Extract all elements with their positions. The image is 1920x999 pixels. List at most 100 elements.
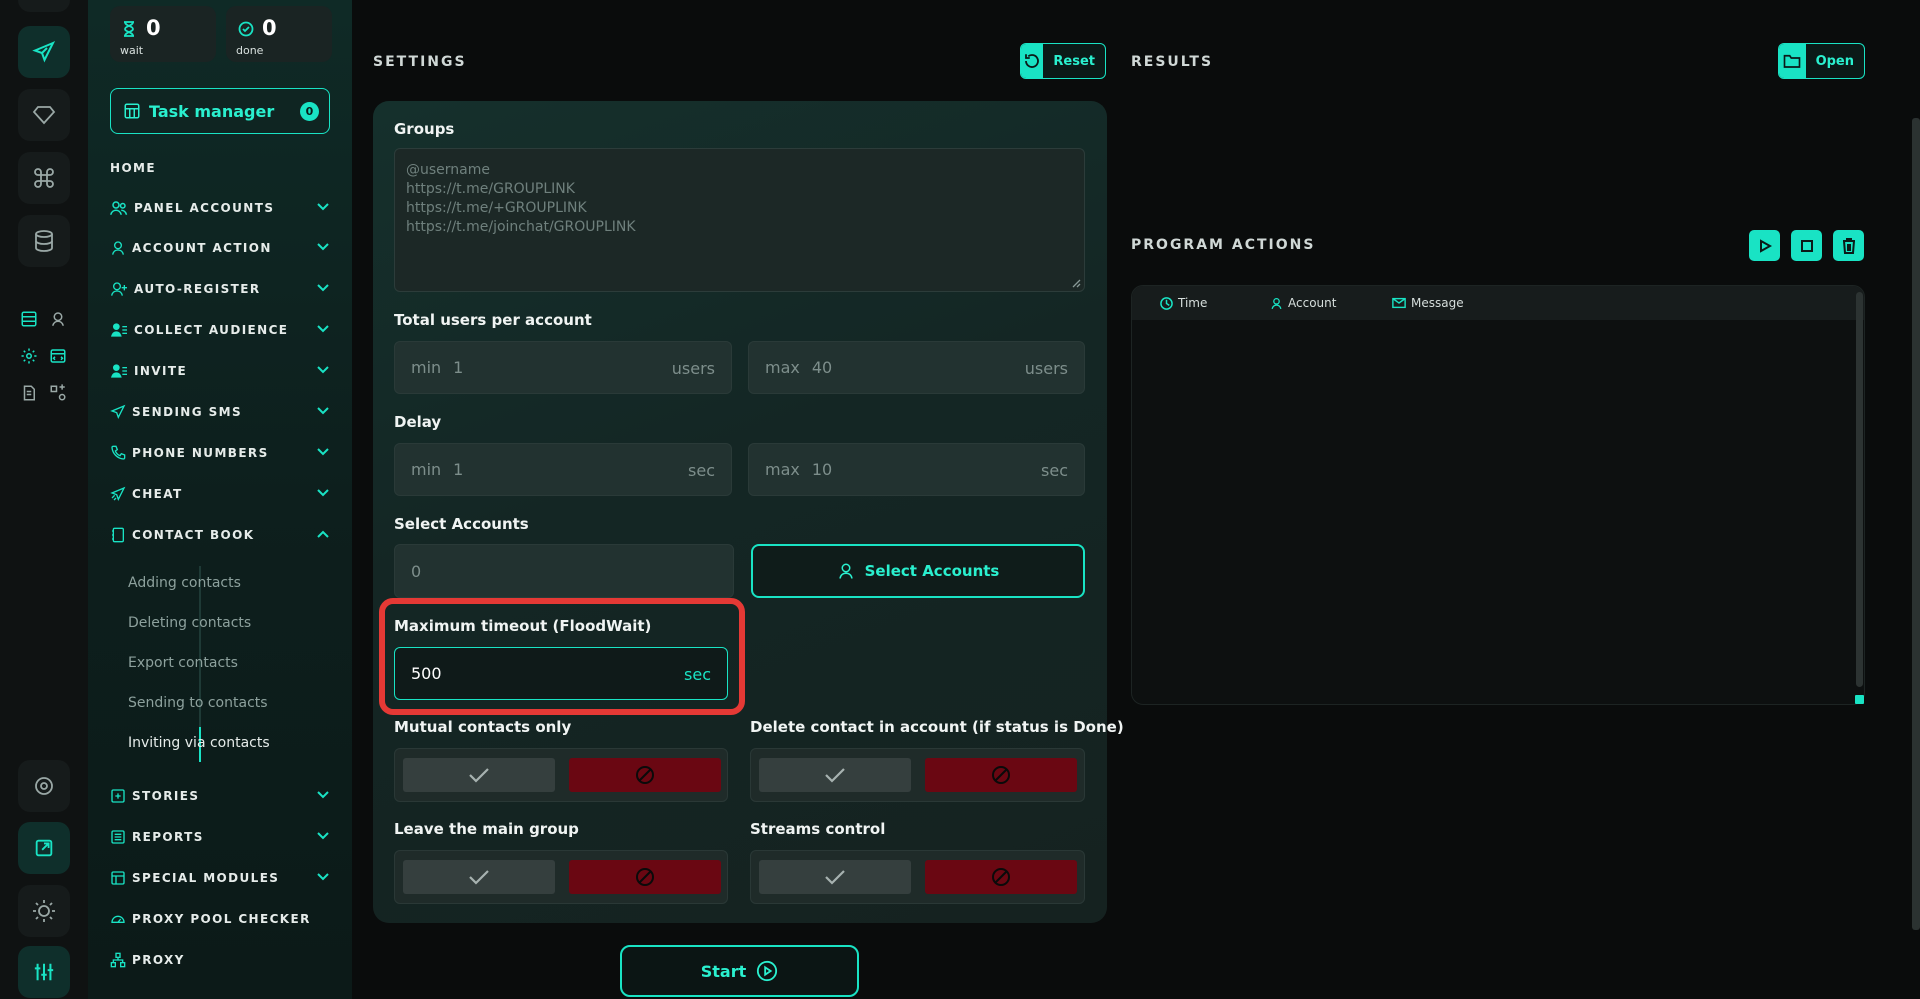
diamond-icon — [32, 106, 56, 125]
gear-icon — [35, 777, 53, 795]
rail-list-icon[interactable] — [19, 309, 39, 329]
floodwait-input[interactable]: 500 sec — [394, 647, 728, 700]
input-value: 1 — [453, 358, 464, 377]
rail-external-button[interactable] — [18, 822, 70, 874]
rail-top-button[interactable] — [18, 0, 70, 12]
sliders-icon — [34, 963, 54, 981]
toggle-no-button[interactable] — [569, 758, 721, 792]
streams-control-label: Streams control — [750, 820, 886, 838]
sub-sending-to-contacts[interactable]: Sending to contacts — [128, 695, 268, 711]
check-icon — [469, 768, 489, 783]
rail-command-button[interactable] — [18, 152, 70, 204]
nav-label: AUTO-REGISTER — [134, 282, 261, 296]
mutual-contacts-toggle — [394, 748, 728, 802]
nav-collect-audience[interactable]: COLLECT AUDIENCE — [110, 318, 334, 342]
select-accounts-button-label: Select Accounts — [864, 562, 1000, 580]
toggle-yes-button[interactable] — [759, 860, 911, 894]
refresh-icon — [1025, 54, 1040, 68]
stop-button[interactable] — [1791, 230, 1822, 261]
rail-shapes-icon[interactable] — [48, 383, 68, 403]
sub-inviting-via-contacts[interactable]: Inviting via contacts — [128, 735, 270, 751]
groups-textarea[interactable]: @username https://t.me/GROUPLINK https:/… — [394, 148, 1085, 292]
nav-invite[interactable]: INVITE — [110, 359, 334, 383]
log-scrollbar[interactable] — [1856, 292, 1863, 687]
ban-icon — [636, 766, 654, 784]
mutual-contacts-label: Mutual contacts only — [394, 718, 572, 736]
sub-adding-contacts[interactable]: Adding contacts — [128, 575, 241, 591]
delay-max-input[interactable]: max 10 sec — [748, 443, 1085, 496]
book-icon — [112, 527, 124, 543]
nav-stories[interactable]: STORIES — [110, 784, 334, 808]
toggle-no-button[interactable] — [925, 758, 1077, 792]
start-button[interactable]: Start — [620, 945, 859, 997]
users-icon — [110, 201, 128, 215]
play-button[interactable] — [1749, 230, 1780, 261]
nav-auto-register[interactable]: AUTO-REGISTER — [110, 277, 334, 301]
chevron-down-icon — [317, 284, 329, 292]
rail-user-icon[interactable] — [48, 309, 68, 329]
nav-cheat[interactable]: CHEAT — [110, 482, 334, 506]
nav-special-modules[interactable]: SPECIAL MODULES — [110, 866, 334, 890]
nav-proxy[interactable]: PROXY — [110, 948, 334, 972]
rail-sliders-button[interactable] — [18, 946, 70, 998]
nav-label: PROXY — [132, 953, 185, 967]
page-scrollbar[interactable] — [1912, 118, 1920, 930]
rail-database-button[interactable] — [18, 215, 70, 267]
rail-gear-icon[interactable] — [19, 346, 39, 366]
rail-telegram-button[interactable] — [18, 26, 70, 78]
input-prefix: max — [765, 460, 800, 479]
wait-label: wait — [120, 44, 144, 57]
toggle-no-button[interactable] — [925, 860, 1077, 894]
rail-diamond-button[interactable] — [18, 89, 70, 141]
rail-settings-button[interactable] — [18, 760, 70, 812]
send-icon — [32, 41, 56, 63]
nav-sending-sms[interactable]: SENDING SMS — [110, 400, 334, 424]
nav-label: PHONE NUMBERS — [132, 446, 269, 460]
folder-icon — [1783, 54, 1801, 68]
log-resize-corner[interactable] — [1855, 695, 1864, 704]
chevron-up-icon — [317, 530, 329, 538]
nav-home-label: HOME — [110, 161, 156, 175]
nav-home[interactable]: HOME — [110, 156, 334, 180]
col-message: Message — [1392, 296, 1464, 310]
open-button[interactable]: Open — [1778, 43, 1865, 79]
select-accounts-button[interactable]: Select Accounts — [751, 544, 1085, 598]
sidebar: 0 wait 0 done Task manager 0 HOME PANEL … — [88, 0, 352, 999]
chevron-down-icon — [317, 448, 329, 456]
toggle-yes-button[interactable] — [403, 860, 555, 894]
users-max-input[interactable]: max 40 users — [748, 341, 1085, 394]
reset-button[interactable]: Reset — [1020, 43, 1106, 79]
nav-account-action[interactable]: ACCOUNT ACTION — [110, 236, 334, 260]
toggle-yes-button[interactable] — [403, 758, 555, 792]
program-actions-title: PROGRAM ACTIONS — [1131, 237, 1316, 253]
rail-browser-icon[interactable] — [48, 346, 68, 366]
nav-panel-accounts[interactable]: PANEL ACCOUNTS — [110, 196, 334, 220]
rail-theme-button[interactable] — [18, 885, 70, 937]
nav-reports[interactable]: REPORTS — [110, 825, 334, 849]
nav-proxy-pool-checker[interactable]: PROXY POOL CHECKER — [110, 907, 334, 931]
nav-phone-numbers[interactable]: PHONE NUMBERS — [110, 441, 334, 465]
task-manager-label: Task manager — [149, 101, 275, 121]
toggle-yes-button[interactable] — [759, 758, 911, 792]
chevron-down-icon — [317, 325, 329, 333]
task-manager-button[interactable]: Task manager 0 — [110, 88, 330, 134]
total-users-label: Total users per account — [394, 311, 592, 329]
sub-export-contacts[interactable]: Export contacts — [128, 655, 238, 671]
leave-group-toggle — [394, 850, 728, 904]
user-icon — [112, 241, 124, 255]
select-accounts-count-input[interactable]: 0 — [394, 544, 734, 598]
ban-icon — [992, 766, 1010, 784]
task-manager-badge: 0 — [300, 102, 319, 121]
sub-deleting-contacts[interactable]: Deleting contacts — [128, 615, 251, 631]
play-icon — [1759, 238, 1772, 253]
col-message-label: Message — [1411, 296, 1464, 310]
delay-min-input[interactable]: min 1 sec — [394, 443, 732, 496]
toggle-no-button[interactable] — [569, 860, 721, 894]
floodwait-suffix: sec — [684, 665, 711, 684]
rail-doc-icon[interactable] — [19, 383, 39, 403]
clear-button[interactable] — [1833, 230, 1864, 261]
input-prefix: min — [411, 460, 442, 479]
command-icon — [34, 168, 54, 188]
nav-contact-book[interactable]: CONTACT BOOK — [110, 523, 334, 547]
users-min-input[interactable]: min 1 users — [394, 341, 732, 394]
